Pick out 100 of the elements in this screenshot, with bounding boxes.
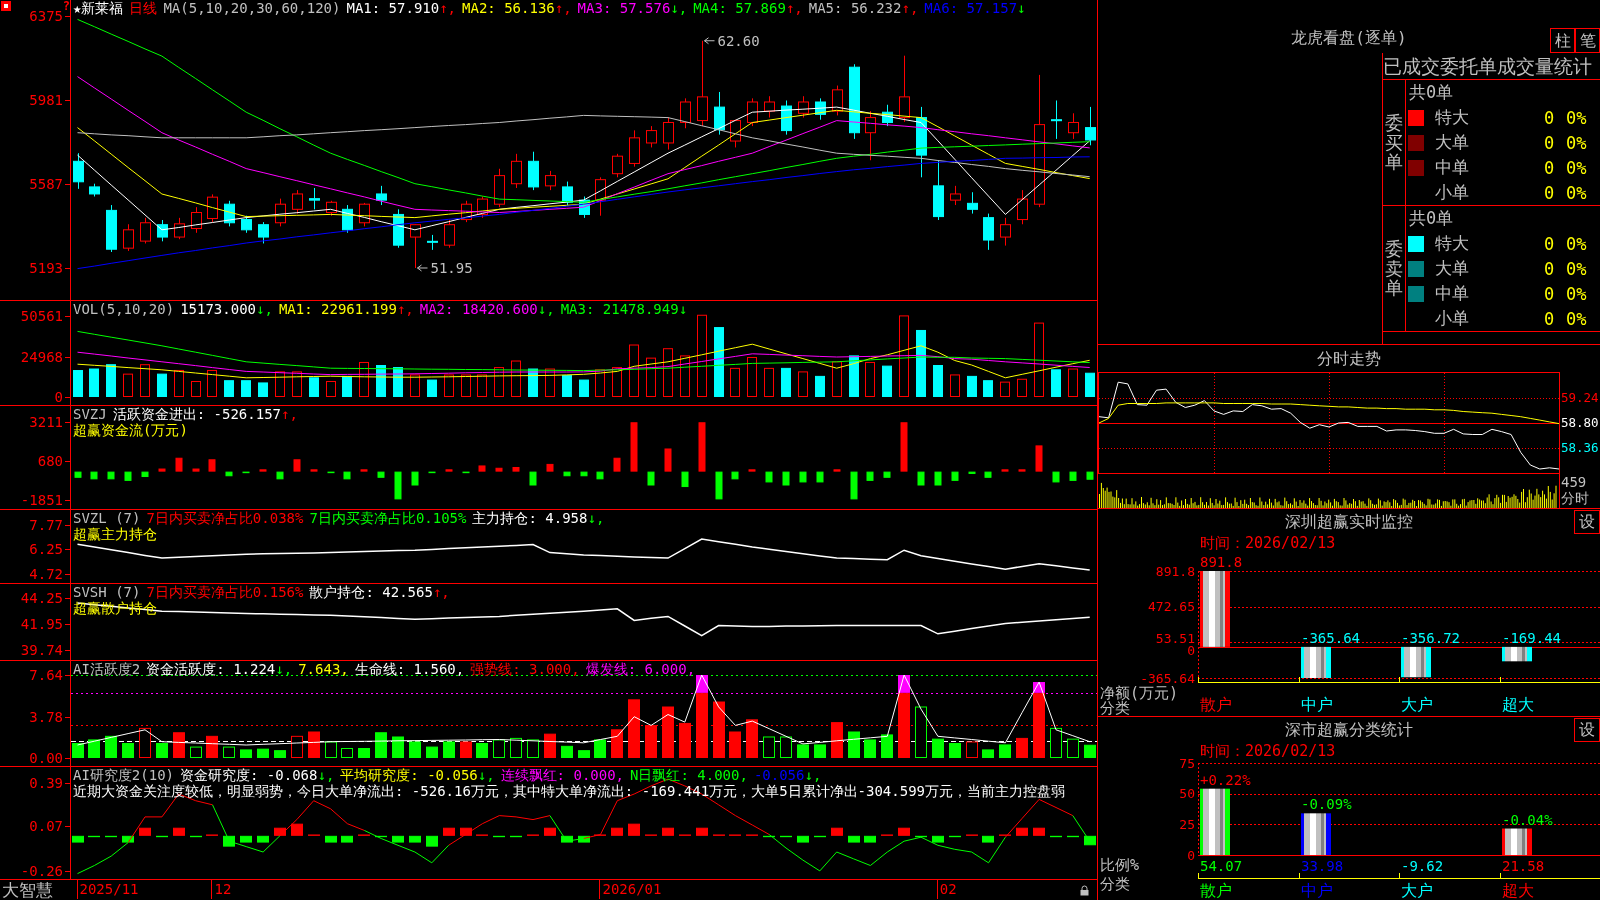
research-bar [105, 835, 117, 838]
order-size-label: 特大 [1435, 232, 1469, 255]
activity-bar [628, 699, 640, 758]
volume-bar [494, 367, 504, 397]
panel-title: 分时走势 [1317, 348, 1381, 369]
fund-flow-bar [765, 471, 773, 483]
rising-candle [140, 217, 151, 244]
volume-bar [106, 364, 116, 397]
research-bar [426, 835, 438, 847]
legend-text: 连续飘红: 0.000, [500, 767, 625, 783]
rising-candle [410, 223, 421, 269]
fund-flow-bar [90, 471, 98, 480]
research-bar [392, 835, 404, 843]
volume-bar [882, 365, 892, 397]
fund-flow-bar [208, 459, 216, 472]
legend-text: 7.643, [298, 661, 349, 677]
fund-flow-bar [495, 467, 503, 472]
axis-tick-label: 3.78 [29, 709, 63, 724]
fund-flow-bar [900, 422, 908, 472]
research-bar [274, 827, 286, 836]
fund-flow-bar [596, 471, 604, 480]
volume-bar [528, 368, 538, 397]
research-bar [814, 835, 826, 838]
legend-text: 生命线: 1.560, [354, 661, 465, 677]
volume-bar [714, 327, 724, 397]
fund-flow-bar [411, 471, 419, 486]
trend-arrow: ↑, [396, 301, 414, 317]
research-bar [72, 835, 84, 843]
fund-flow-bar [951, 471, 959, 481]
lock-icon[interactable] [1080, 885, 1089, 896]
order-share: 0% [1566, 157, 1587, 178]
order-share: 0% [1566, 308, 1587, 329]
activity-bar [257, 748, 269, 758]
falling-candle [882, 104, 893, 127]
axis-tick-label: 41.95 [20, 617, 63, 632]
axis-tick-label: 680 [37, 454, 63, 469]
fund-flow-bar [276, 471, 284, 480]
research-bar [493, 835, 505, 838]
tick-label: 75 [1179, 757, 1195, 771]
order-size-label: 小单 [1435, 181, 1469, 204]
falling-candle [376, 185, 387, 206]
axis-tick-label: -0.26 [20, 863, 63, 878]
axis-tick-label: 24968 [20, 350, 63, 365]
research-bar [848, 835, 860, 843]
rising-candle [444, 219, 455, 249]
settings-button[interactable]: 设 [1574, 510, 1600, 534]
fund-flow-bar [360, 469, 368, 472]
group-label: 委买单 [1385, 112, 1403, 173]
volume-bar [224, 380, 234, 397]
falling-candle [562, 181, 573, 206]
falling-candle [933, 159, 944, 221]
order-share: 0% [1566, 233, 1587, 254]
axis-tick-label: 0.39 [29, 776, 63, 791]
axis-tick-label: 0 [54, 390, 63, 404]
view-toggle-button[interactable]: 笔 [1575, 28, 1600, 53]
research-bar [223, 835, 235, 847]
rising-candle [950, 185, 961, 206]
falling-candle [73, 152, 84, 190]
activity-bar [578, 750, 590, 758]
settings-button[interactable]: 设 [1574, 718, 1600, 742]
legend-text: N日飘红: 4.000, [630, 767, 748, 783]
research-bar [544, 827, 556, 836]
falling-candle [916, 106, 927, 178]
legend-text: 活跃资金进出: -526.157 [112, 406, 281, 422]
activity-bar [325, 741, 337, 758]
order-count: 0 [1543, 132, 1555, 153]
volume-bar [410, 374, 420, 397]
change-label: -0.04% [1502, 811, 1553, 828]
activity-bar [190, 746, 202, 758]
falling-candle [157, 219, 168, 242]
research-bar [864, 835, 876, 843]
order-count: 0 [1543, 157, 1555, 178]
rising-candle [511, 153, 522, 189]
order-size-label: 特大 [1435, 106, 1469, 129]
activity-bar [1050, 727, 1062, 758]
fund-flow-bar [529, 471, 537, 486]
legend-text: MA2: 56.136 [462, 0, 555, 16]
value-label: -9.62 [1401, 858, 1444, 874]
fund-flow-bar [462, 471, 470, 474]
order-size-label: 中单 [1435, 156, 1469, 179]
research-bar [578, 835, 590, 843]
falling-candle [393, 208, 404, 249]
square-icon[interactable] [1, 1, 11, 11]
falling-candle [983, 213, 994, 251]
research-bar [949, 835, 961, 838]
trend-arrow: ↓ [1017, 0, 1026, 16]
volume-bar [342, 375, 352, 397]
order-share: 0% [1566, 258, 1587, 279]
legend-text: MA(5,10,20,30,60,120) [163, 0, 341, 16]
volume-bar [73, 370, 83, 397]
research-bar [1033, 827, 1045, 836]
view-toggle-button[interactable]: 柱 [1550, 28, 1575, 53]
category-label: 超大 [1502, 881, 1534, 900]
fund-flow-bar [310, 469, 318, 472]
activity-bar [662, 706, 674, 758]
legend-text: 7日内买卖净占比0.105% [309, 510, 467, 526]
legend-text: AI活跃度2 [73, 661, 141, 677]
fund-flow-bar [327, 471, 335, 474]
fund-flow-bar [242, 471, 250, 474]
rising-candle [359, 202, 370, 227]
